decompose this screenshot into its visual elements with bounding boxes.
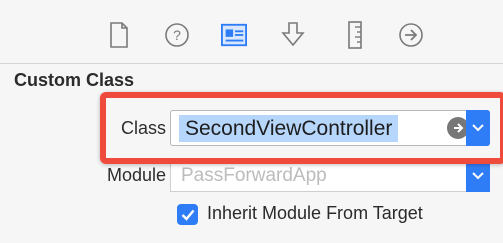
file-icon[interactable]	[106, 20, 132, 50]
module-dropdown-button[interactable]	[466, 160, 490, 192]
module-label: Module	[106, 165, 166, 185]
inherit-module-label[interactable]: Inherit Module From Target	[207, 203, 423, 224]
attributes-icon[interactable]	[280, 20, 306, 50]
chevron-down-icon	[472, 172, 484, 180]
inherit-module-checkbox[interactable]	[177, 204, 198, 225]
connections-icon[interactable]	[398, 20, 424, 50]
highlight-box	[100, 92, 503, 164]
module-placeholder: PassForwardApp	[181, 165, 327, 186]
identity-inspector-panel: Custom Class Class SecondViewController …	[0, 64, 503, 243]
checkmark-icon	[181, 209, 194, 221]
inspector-toolbar: ?	[0, 0, 503, 64]
help-icon[interactable]: ?	[164, 20, 190, 50]
section-title: Custom Class	[14, 70, 135, 90]
module-field[interactable]: PassForwardApp	[170, 160, 490, 192]
identity-icon[interactable]	[221, 20, 247, 50]
svg-text:?: ?	[173, 27, 181, 43]
size-icon[interactable]	[342, 20, 368, 50]
